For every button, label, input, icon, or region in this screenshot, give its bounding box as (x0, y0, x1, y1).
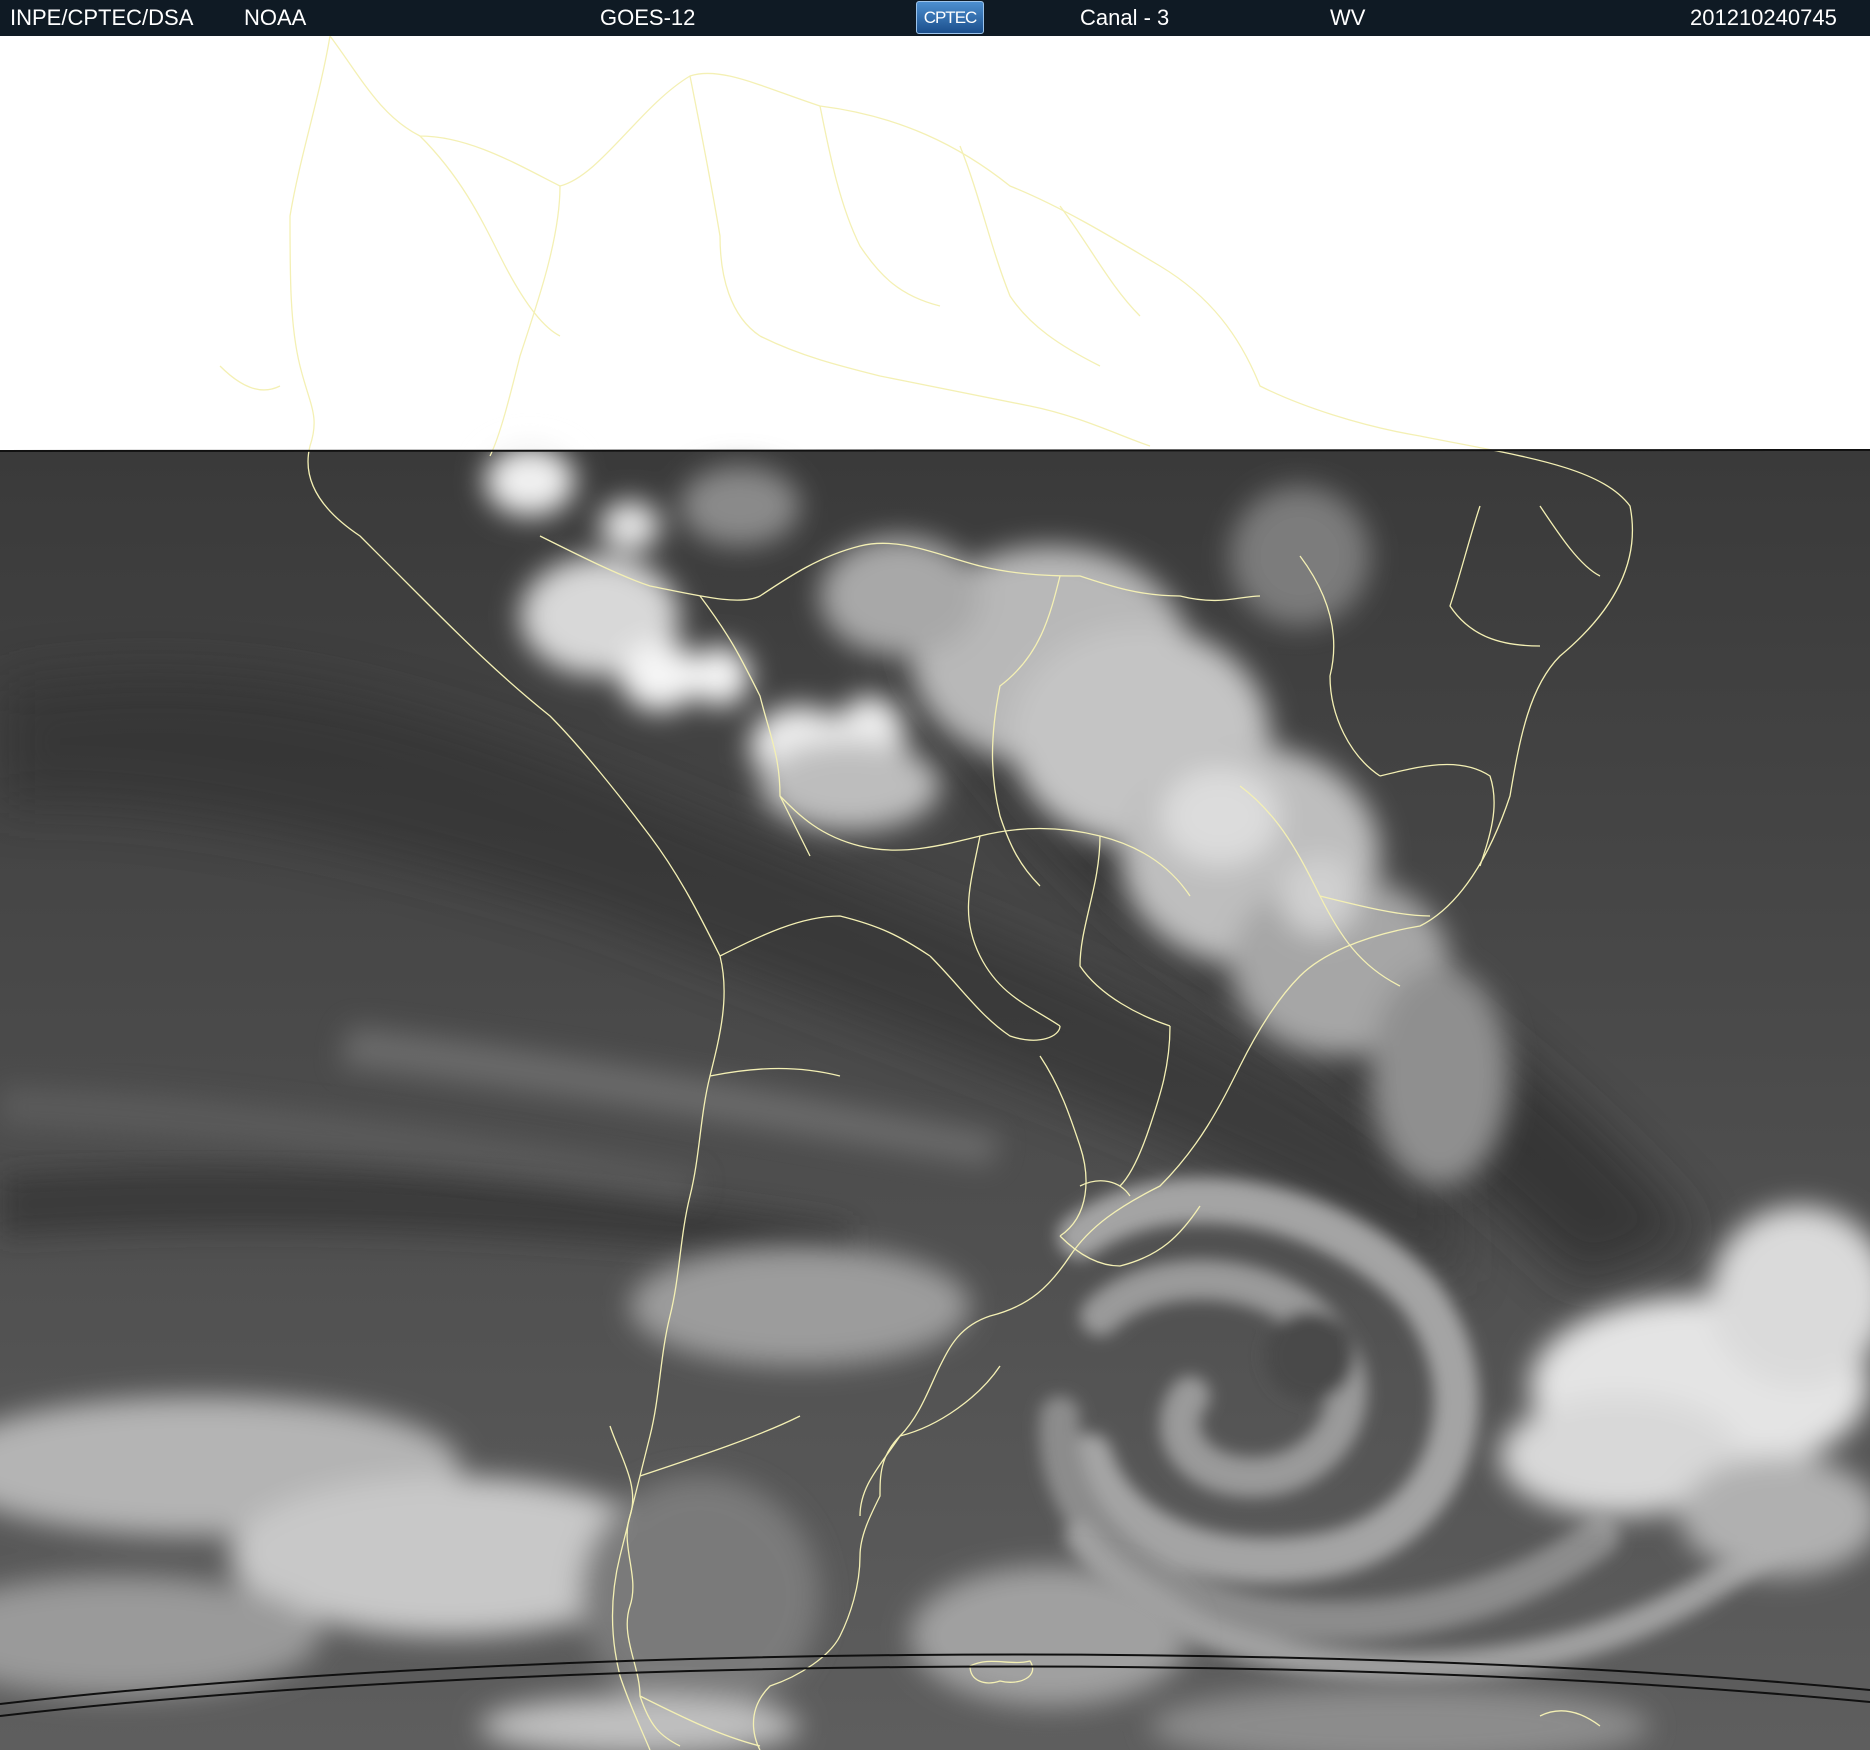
timestamp-label: 201210240745 (1690, 5, 1837, 30)
image-top-edge (0, 449, 1870, 452)
header-bar: INPE/CPTEC/DSA NOAA GOES-12 CPTEC Canal … (0, 0, 1870, 36)
channel-label: Canal - 3 (1080, 5, 1170, 30)
band-label: WV (1330, 5, 1366, 30)
org-label: INPE/CPTEC/DSA (10, 5, 194, 30)
satellite-image (0, 36, 1870, 1750)
cptec-logo: CPTEC (916, 1, 984, 34)
no-data-region (0, 36, 1870, 451)
logo-text: CPTEC (923, 8, 978, 27)
satellite-image-svg (0, 36, 1870, 1750)
satellite-label: GOES-12 (600, 5, 696, 30)
water-vapor-imagery (0, 446, 1870, 1750)
agency-label: NOAA (244, 5, 307, 30)
